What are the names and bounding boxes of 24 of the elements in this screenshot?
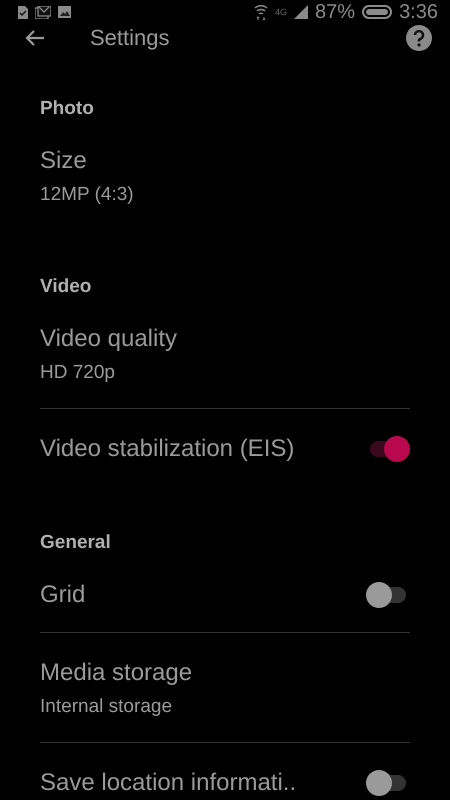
setting-title[interactable]: Video stabilization (EIS) xyxy=(40,434,294,464)
wifi-icon xyxy=(254,4,268,20)
mail-icon xyxy=(35,6,51,18)
setting-title[interactable]: Grid xyxy=(40,580,86,610)
network-type: 4G xyxy=(275,7,288,17)
section-header: Video xyxy=(40,275,92,299)
screen-title: Settings xyxy=(90,25,170,51)
setting-value: 12MP (4:3) xyxy=(40,183,135,207)
setting-value: HD 720p xyxy=(40,361,116,385)
signal-icon xyxy=(294,5,308,19)
battery-icon xyxy=(362,5,392,19)
section-header: Photo xyxy=(40,97,95,121)
help-icon[interactable] xyxy=(406,25,432,51)
battery-percent: 87% xyxy=(315,0,356,24)
sim-card-icon xyxy=(18,6,28,18)
clock: 3:36 xyxy=(399,0,438,24)
back-arrow-icon[interactable] xyxy=(25,29,45,47)
section-header: General xyxy=(40,531,112,555)
setting-title[interactable]: Save location informati.. xyxy=(40,768,296,798)
setting-value: Internal storage xyxy=(40,695,174,719)
setting-title[interactable]: Media storage xyxy=(40,658,410,688)
setting-title[interactable]: Video quality xyxy=(40,324,410,354)
setting-title[interactable]: Size xyxy=(40,146,410,176)
image-icon xyxy=(58,6,71,18)
